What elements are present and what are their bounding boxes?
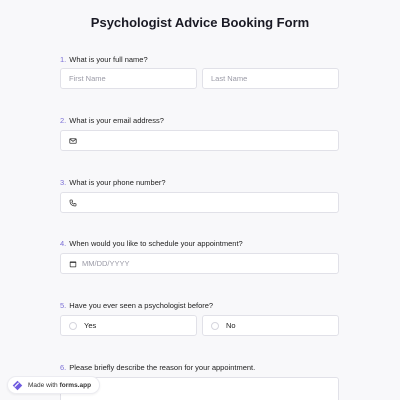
phone-icon xyxy=(69,199,77,207)
question-number: 3. xyxy=(60,178,67,187)
form-title: Psychologist Advice Booking Form xyxy=(90,15,310,30)
last-name-placeholder: Last Name xyxy=(211,74,248,83)
reason-textarea[interactable] xyxy=(60,377,339,400)
date-placeholder: MM/DD/YYYY xyxy=(82,259,130,268)
calendar-icon xyxy=(69,260,77,268)
radio-button[interactable] xyxy=(211,321,219,330)
question-label: What is your email address? xyxy=(69,116,164,125)
forms-app-logo-icon xyxy=(12,380,23,391)
first-name-input[interactable]: First Name xyxy=(60,68,197,89)
radio-option-no[interactable]: No xyxy=(202,315,339,336)
question-number: 6. xyxy=(60,363,67,372)
question-full-name: 1. What is your full name? xyxy=(60,55,148,64)
question-number: 4. xyxy=(60,239,67,248)
question-reason: 6. Please briefly describe the reason for… xyxy=(60,363,255,372)
radio-label: Yes xyxy=(84,321,97,330)
radio-button[interactable] xyxy=(69,321,77,330)
question-email: 2. What is your email address? xyxy=(60,116,164,125)
last-name-input[interactable]: Last Name xyxy=(202,68,339,89)
badge-prefix: Made with xyxy=(28,381,58,389)
radio-label: No xyxy=(226,321,236,330)
question-seen-psychologist: 5. Have you ever seen a psychologist befo… xyxy=(60,301,213,310)
question-label: What is your full name? xyxy=(69,55,148,64)
made-with-badge[interactable]: Made with forms.app xyxy=(7,376,101,394)
first-name-placeholder: First Name xyxy=(69,74,106,83)
question-label: Please briefly describe the reason for y… xyxy=(69,363,256,372)
phone-input[interactable] xyxy=(60,192,339,213)
question-appointment-date: 4. When would you like to schedule your a… xyxy=(60,239,243,248)
badge-brand: forms.app xyxy=(59,381,92,389)
question-label: When would you like to schedule your app… xyxy=(69,239,243,248)
question-number: 2. xyxy=(60,116,67,125)
radio-option-yes[interactable]: Yes xyxy=(60,315,197,336)
email-input[interactable] xyxy=(60,130,339,151)
question-number: 1. xyxy=(60,55,67,64)
question-label: Have you ever seen a psychologist before… xyxy=(69,301,214,310)
date-input[interactable]: MM/DD/YYYY xyxy=(60,253,339,274)
question-number: 5. xyxy=(60,301,67,310)
question-label: What is your phone number? xyxy=(69,178,166,187)
question-phone: 3. What is your phone number? xyxy=(60,178,166,187)
envelope-icon xyxy=(69,137,77,145)
